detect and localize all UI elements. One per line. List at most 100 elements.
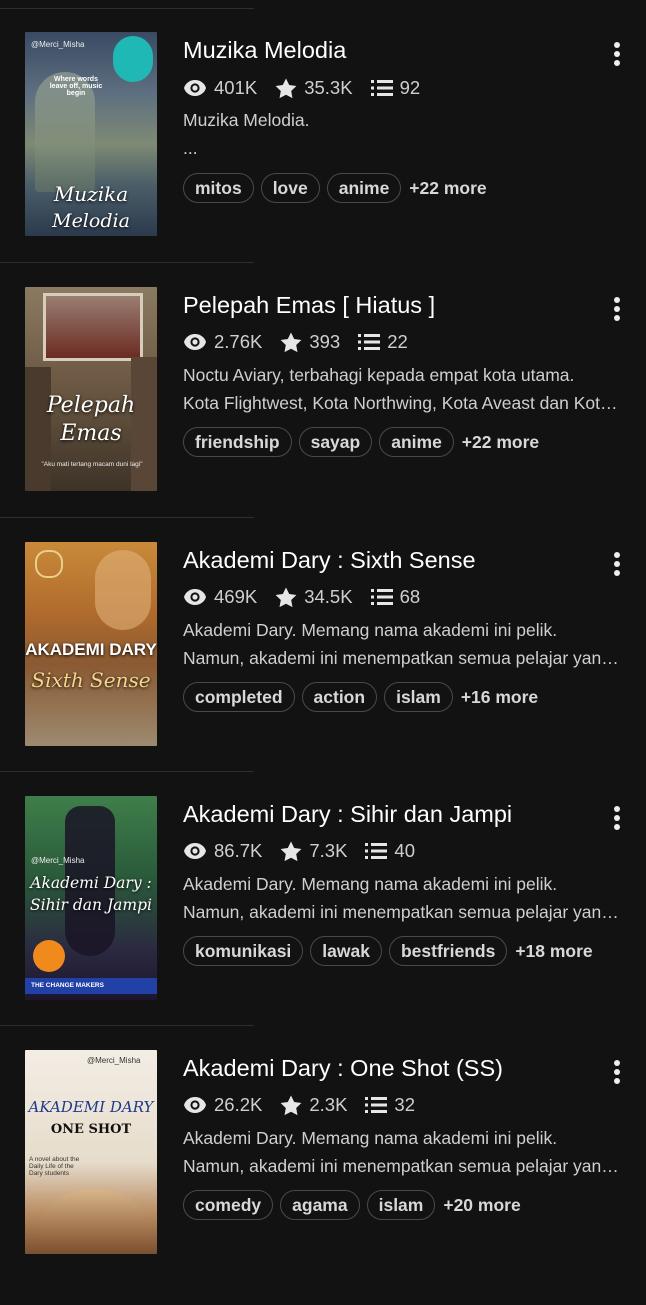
cover-title-line2: ONE SHOT xyxy=(50,1122,132,1137)
story-stats: 26.2K 2.3K 32 xyxy=(183,1093,433,1117)
story-stats: 401K 35.3K 92 xyxy=(183,76,438,100)
reads-count: 2.76K xyxy=(214,331,263,352)
parts-count: 22 xyxy=(387,331,408,352)
story-card[interactable]: Pelepah Emas "Aku mati tertang macam dun… xyxy=(0,287,646,542)
votes-count: 393 xyxy=(309,331,341,352)
list-icon xyxy=(365,843,388,859)
story-title[interactable]: Akademi Dary : Sixth Sense xyxy=(183,547,476,574)
tag-chip[interactable]: lawak xyxy=(310,936,382,966)
story-options-button[interactable] xyxy=(606,1060,628,1090)
tag-chip[interactable]: agama xyxy=(280,1190,360,1220)
story-cover-image[interactable]: AKADEMI DARY Sixth Sense xyxy=(25,542,157,746)
reads-count: 86.7K xyxy=(214,840,263,861)
tag-chip[interactable]: love xyxy=(260,173,320,203)
votes-count: 7.3K xyxy=(309,840,348,861)
story-stats: 469K 34.5K 68 xyxy=(183,585,438,609)
tag-chip[interactable]: sayap xyxy=(298,427,373,457)
cover-title-line1: Akademi Dary : xyxy=(30,874,152,892)
story-stats: 86.7K 7.3K 40 xyxy=(183,839,433,863)
description-line: Namun, akademi ini menempatkan semua pel… xyxy=(183,902,623,922)
list-divider xyxy=(0,8,254,9)
more-tags-link[interactable]: +22 more xyxy=(462,432,539,453)
story-tags: komunikasi lawak bestfriends +18 more xyxy=(183,936,593,966)
tag-chip[interactable]: komunikasi xyxy=(183,936,304,966)
cover-tagline: Where words leave off, music begin xyxy=(49,76,103,97)
list-icon xyxy=(358,334,381,350)
story-options-button[interactable] xyxy=(606,806,628,836)
story-title[interactable]: Muzika Melodia xyxy=(183,37,346,64)
story-card[interactable]: @Merci_Misha AKADEMI DARY ONE SHOT A nov… xyxy=(0,1050,646,1305)
story-card[interactable]: @Merci_Misha Where words leave off, musi… xyxy=(0,32,646,287)
more-tags-link[interactable]: +20 more xyxy=(443,1195,520,1216)
eye-icon xyxy=(184,843,206,859)
watty-award-badge-icon xyxy=(113,36,153,82)
story-description: Akademi Dary. Memang nama akademi ini pe… xyxy=(183,616,623,672)
cover-title-line1: AKADEMI DARY xyxy=(28,1098,154,1116)
story-description: Akademi Dary. Memang nama akademi ini pe… xyxy=(183,1124,623,1180)
story-description: Akademi Dary. Memang nama akademi ini pe… xyxy=(183,870,623,926)
cover-author: @Merci_Misha xyxy=(31,856,85,865)
star-icon xyxy=(280,1094,302,1115)
story-title[interactable]: Akademi Dary : One Shot (SS) xyxy=(183,1055,503,1082)
tag-chip[interactable]: bestfriends xyxy=(388,936,508,966)
tag-chip[interactable]: friendship xyxy=(183,427,292,457)
reads-count: 401K xyxy=(214,77,258,98)
tag-chip[interactable]: anime xyxy=(379,427,454,457)
description-line: Noctu Aviary, terbahagi kepada empat kot… xyxy=(183,365,575,385)
cover-banner: THE CHANGE MAKERS xyxy=(25,978,157,994)
story-tags: friendship sayap anime +22 more xyxy=(183,427,539,457)
cover-quote: "Aku mati tertang macam duni lagi" xyxy=(41,461,143,468)
list-icon xyxy=(365,1097,388,1113)
story-title[interactable]: Pelepah Emas [ Hiatus ] xyxy=(183,292,435,319)
cover-title-line1: AKADEMI DARY xyxy=(25,640,157,659)
story-stats: 2.76K 393 22 xyxy=(183,330,426,354)
description-line: ... xyxy=(183,138,198,158)
story-options-button[interactable] xyxy=(606,42,628,72)
story-card[interactable]: @Merci_Misha Akademi Dary : Sihir dan Ja… xyxy=(0,796,646,1051)
eye-icon xyxy=(184,334,206,350)
cover-title-line2: Melodia xyxy=(52,210,130,232)
tag-chip[interactable]: comedy xyxy=(183,1190,274,1220)
description-line: Namun, akademi ini menempatkan semua pel… xyxy=(183,1156,623,1176)
star-icon xyxy=(280,331,302,352)
list-icon xyxy=(370,589,393,605)
story-cover-image[interactable]: @Merci_Misha AKADEMI DARY ONE SHOT A nov… xyxy=(25,1050,157,1254)
more-tags-link[interactable]: +22 more xyxy=(409,178,486,199)
story-cover-image[interactable]: Pelepah Emas "Aku mati tertang macam dun… xyxy=(25,287,157,491)
cover-title-line1: Muzika xyxy=(53,182,129,206)
tag-chip[interactable]: completed xyxy=(183,682,295,712)
star-icon xyxy=(275,77,297,98)
cover-title-line2: Emas xyxy=(60,421,122,446)
story-cover-image[interactable]: @Merci_Misha Akademi Dary : Sihir dan Ja… xyxy=(25,796,157,1000)
story-options-button[interactable] xyxy=(606,552,628,582)
star-icon xyxy=(275,586,297,607)
description-line: Kota Flightwest, Kota Northwing, Kota Av… xyxy=(183,393,623,413)
cover-author: @Merci_Misha xyxy=(31,40,85,49)
story-options-button[interactable] xyxy=(606,297,628,327)
story-card[interactable]: AKADEMI DARY Sixth Sense Akademi Dary : … xyxy=(0,542,646,797)
more-tags-link[interactable]: +16 more xyxy=(461,687,538,708)
eye-icon xyxy=(184,80,206,96)
story-cover-image[interactable]: @Merci_Misha Where words leave off, musi… xyxy=(25,32,157,236)
parts-count: 32 xyxy=(394,1094,415,1115)
votes-count: 34.5K xyxy=(304,586,353,607)
tag-chip[interactable]: mitos xyxy=(183,173,254,203)
story-title[interactable]: Akademi Dary : Sihir dan Jampi xyxy=(183,801,512,828)
cover-title-line2: Sihir dan Jampi xyxy=(30,896,152,914)
tag-chip[interactable]: islam xyxy=(366,1190,436,1220)
cover-title-line1: Pelepah xyxy=(46,393,136,418)
eye-icon xyxy=(184,589,206,605)
award-medal-icon xyxy=(33,940,65,972)
reads-count: 469K xyxy=(214,586,258,607)
tag-chip[interactable]: anime xyxy=(326,173,402,203)
star-icon xyxy=(280,840,302,861)
description-line: Akademi Dary. Memang nama akademi ini pe… xyxy=(183,1128,558,1148)
votes-count: 2.3K xyxy=(309,1094,348,1115)
description-line: Akademi Dary. Memang nama akademi ini pe… xyxy=(183,874,558,894)
description-line: Muzika Melodia. xyxy=(183,110,310,130)
story-tags: comedy agama islam +20 more xyxy=(183,1190,521,1220)
parts-count: 40 xyxy=(394,840,415,861)
tag-chip[interactable]: islam xyxy=(384,682,453,712)
tag-chip[interactable]: action xyxy=(301,682,378,712)
more-tags-link[interactable]: +18 more xyxy=(515,941,592,962)
